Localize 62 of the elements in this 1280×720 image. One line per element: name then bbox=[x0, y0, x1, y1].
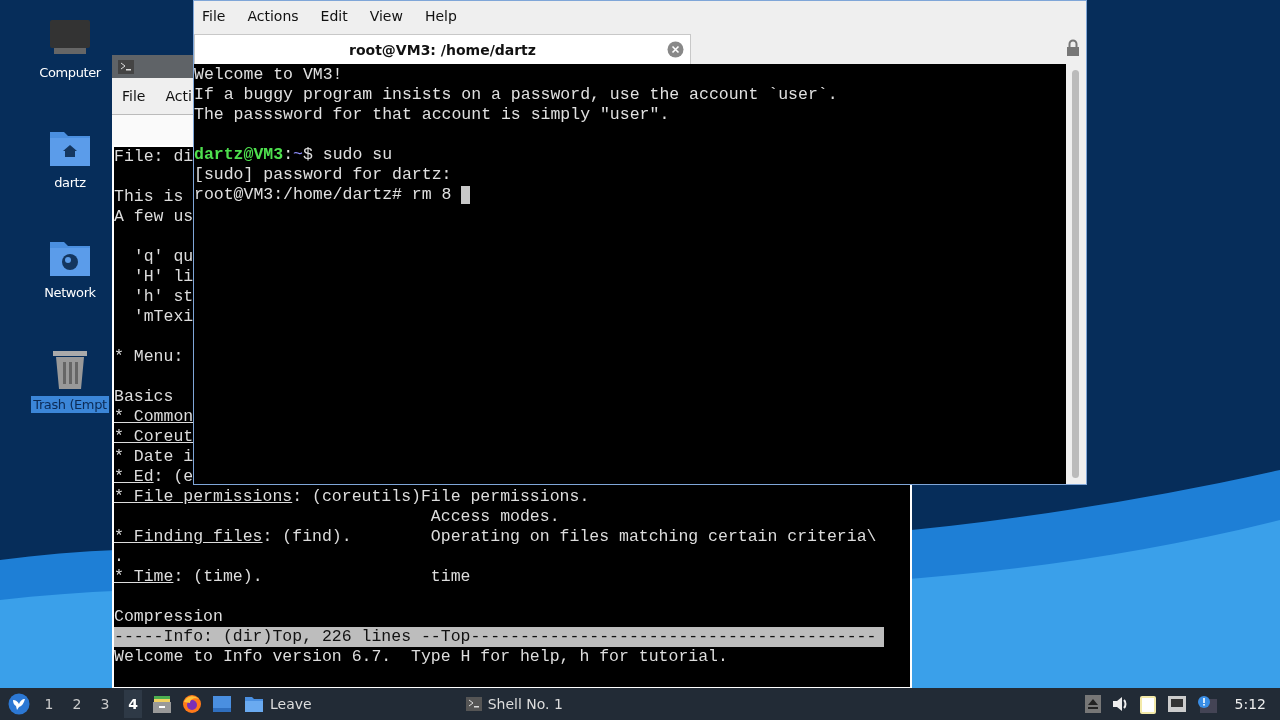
desktop-icon-label[interactable]: Network bbox=[42, 284, 98, 301]
network-icon[interactable] bbox=[1166, 695, 1187, 713]
window-icon[interactable] bbox=[212, 695, 232, 713]
menu-item[interactable]: File bbox=[122, 88, 146, 104]
terminal-line: [sudo] password for dartz: bbox=[194, 165, 452, 185]
file-cabinet-icon[interactable] bbox=[152, 694, 172, 714]
terminal-line: * Date i bbox=[114, 447, 194, 467]
desktop-icon-label[interactable]: Computer bbox=[37, 64, 103, 81]
start-menu-icon[interactable] bbox=[8, 693, 30, 715]
terminal-line: If a buggy program insists on a password, use the account `user`. bbox=[194, 85, 838, 105]
terminal-line: * File permissions: (coreutils)File permissions. bbox=[114, 487, 590, 507]
terminal-line: * Menu: bbox=[114, 347, 185, 367]
menu-item[interactable]: Actions bbox=[247, 8, 299, 24]
workspace-button[interactable]: 4 bbox=[124, 690, 142, 718]
menu-item[interactable]: File bbox=[202, 8, 226, 24]
folder-icon bbox=[244, 695, 264, 713]
terminal-line: The passsword for that account is simply "user". bbox=[194, 105, 670, 125]
desktop-icon-label[interactable]: dartz bbox=[52, 174, 88, 191]
lock-icon[interactable] bbox=[1066, 39, 1080, 56]
clipboard-icon[interactable] bbox=[1138, 694, 1157, 714]
terminal-line: * Coreut bbox=[114, 427, 194, 447]
menu-item[interactable]: Acti bbox=[165, 88, 192, 104]
terminal-line: Welcome to Info version 6.7. Type H for help, h for tutorial. bbox=[114, 647, 728, 667]
terminal-line: dartz@VM3:~$ sudo su bbox=[194, 145, 393, 165]
terminal-line: 'mTexi bbox=[132, 307, 194, 327]
terminal-line: . bbox=[114, 547, 124, 567]
workspace-button[interactable]: 3 bbox=[96, 690, 114, 718]
terminal-line: Access modes. bbox=[429, 507, 560, 527]
eject-icon[interactable] bbox=[1084, 695, 1101, 713]
terminal-line: * Ed: (e bbox=[114, 467, 194, 487]
terminal-line: This is bbox=[114, 187, 185, 207]
menu-item[interactable]: Help bbox=[424, 8, 457, 24]
desktop-icon-label[interactable]: Trash (Empt bbox=[31, 396, 109, 413]
close-icon[interactable] bbox=[667, 41, 684, 58]
terminal-line: root@VM3:/home/dartz# rm 8 bbox=[194, 185, 453, 205]
leave-button[interactable]: Leave bbox=[242, 691, 314, 717]
terminal-line: Welcome to VM3! bbox=[194, 65, 343, 85]
terminal-line: A few us bbox=[114, 207, 194, 227]
volume-icon[interactable] bbox=[1110, 695, 1129, 713]
scrollbar[interactable] bbox=[1066, 64, 1086, 484]
workspace-button[interactable]: 2 bbox=[68, 690, 86, 718]
notification-icon[interactable] bbox=[1196, 695, 1217, 713]
terminal-line: * Finding files: (find). Operating on files matching certain criteria\ bbox=[114, 527, 877, 547]
terminal-line: 'H' li bbox=[132, 267, 194, 287]
terminal-line: 'h' st bbox=[132, 287, 194, 307]
terminal-tab[interactable]: root@VM3: /home/dartz bbox=[194, 34, 691, 64]
terminal-line: Basics bbox=[114, 387, 174, 407]
workspace-button[interactable]: 1 bbox=[40, 690, 58, 718]
menu-item[interactable]: Edit bbox=[320, 8, 348, 24]
terminal-line: * Common bbox=[114, 407, 194, 427]
trash-icon[interactable] bbox=[51, 348, 89, 390]
clock[interactable]: 5:12 bbox=[1234, 696, 1266, 712]
browser-icon[interactable] bbox=[182, 694, 202, 714]
terminal-line: * Time: (time). time bbox=[114, 567, 471, 587]
menu-item[interactable]: View bbox=[369, 8, 403, 24]
terminal-line: 'q' qu bbox=[132, 247, 194, 267]
taskbar-window-button[interactable]: Shell No. 1 bbox=[463, 692, 565, 716]
terminal-line: -----Info: (dir)Top, 226 lines --Top----------------------------------------- bbox=[114, 627, 877, 647]
terminal-line: File: di bbox=[114, 147, 194, 167]
terminal-icon bbox=[118, 59, 134, 74]
terminal-line: Compression bbox=[114, 607, 223, 627]
terminal-icon bbox=[465, 697, 482, 711]
